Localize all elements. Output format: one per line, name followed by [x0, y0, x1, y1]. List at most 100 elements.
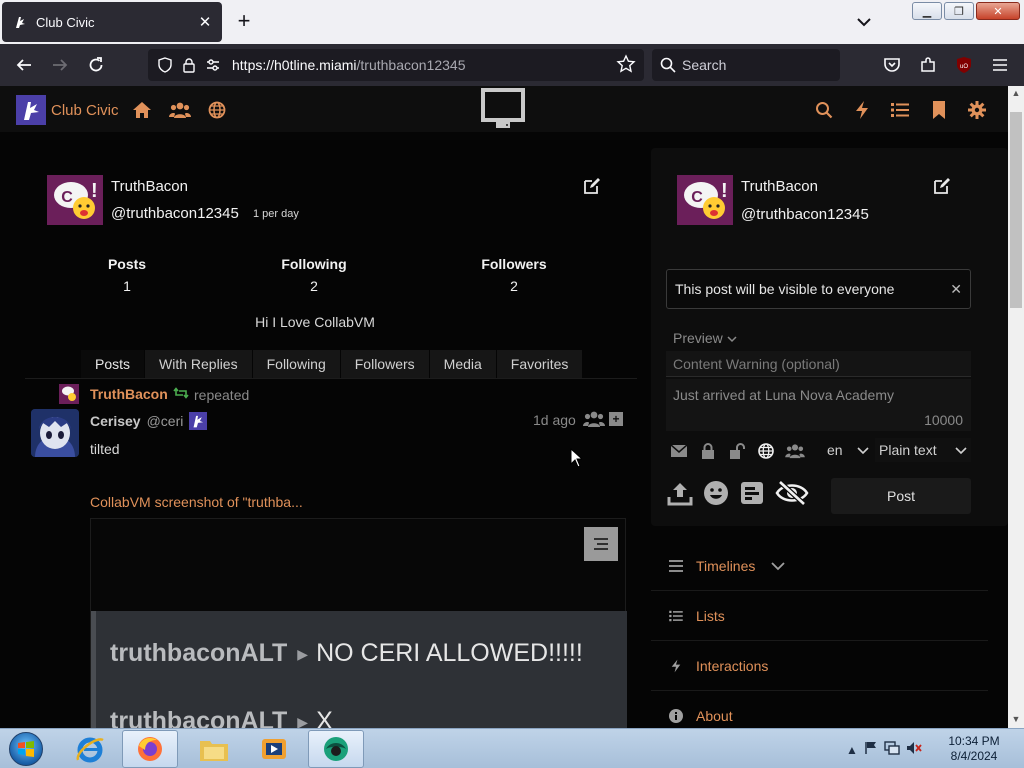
eye-slash-icon[interactable] — [775, 480, 809, 506]
preview-label: Preview — [673, 330, 723, 346]
local-timeline-users-icon[interactable] — [169, 99, 191, 121]
scroll-down-icon[interactable]: ▼ — [1011, 714, 1021, 724]
extensions-icon[interactable] — [916, 53, 940, 77]
window-controls: ▁ ❐ ✕ — [912, 2, 1020, 20]
chevron-down-icon — [857, 438, 869, 469]
repeat-icon — [173, 386, 189, 403]
forward-icon[interactable] — [48, 53, 72, 77]
brand-link[interactable]: Club Civic — [16, 95, 119, 125]
format-select[interactable]: Plain text — [875, 438, 971, 462]
search-input[interactable]: Search — [652, 49, 840, 81]
language-select[interactable]: en — [823, 438, 873, 462]
brand-name: Club Civic — [51, 101, 119, 119]
lock-icon[interactable] — [178, 54, 200, 76]
sidebar-item-about[interactable]: About — [651, 691, 988, 728]
poll-icon[interactable] — [739, 480, 765, 506]
globe-icon[interactable] — [206, 99, 228, 121]
envelope-icon[interactable] — [669, 441, 689, 461]
list-all-tabs-icon[interactable] — [852, 12, 876, 32]
tracking-shield-icon[interactable] — [154, 54, 176, 76]
sidebar-item-timelines[interactable]: Timelines — [651, 541, 988, 591]
firefox-taskbar-icon[interactable] — [122, 730, 178, 768]
bolt-icon[interactable] — [851, 99, 873, 121]
stat-posts[interactable]: Posts 1 — [87, 256, 167, 294]
url-bar[interactable]: https://h0tline.miami/truthbacon12345 — [148, 49, 644, 81]
content-warning-field[interactable] — [666, 351, 971, 377]
taskbar-clock[interactable]: 10:34 PM 8/4/2024 — [946, 734, 1002, 764]
stat-following[interactable]: Following 2 — [269, 256, 359, 294]
volume-muted-icon[interactable] — [906, 741, 922, 758]
tab-posts[interactable]: Posts — [81, 350, 146, 378]
ublock-icon[interactable]: uO — [952, 53, 976, 77]
page-scrollbar[interactable]: ▲ ▼ — [1008, 86, 1024, 728]
browser-tab[interactable]: Club Civic ✕ — [2, 2, 222, 42]
scrollbar-thumb[interactable] — [1010, 112, 1022, 308]
edit-profile-icon[interactable] — [933, 177, 951, 195]
reload-icon[interactable] — [84, 53, 108, 77]
lock-icon[interactable] — [698, 441, 718, 461]
visibility-options — [669, 441, 805, 461]
post-author-avatar[interactable] — [31, 409, 79, 457]
menu-lines-icon — [661, 559, 691, 572]
home-icon[interactable] — [131, 99, 153, 121]
vm-viewer-taskbar-icon[interactable] — [308, 730, 364, 768]
tab-favorites[interactable]: Favorites — [497, 350, 584, 378]
minimize-button[interactable]: ▁ — [912, 2, 942, 20]
upload-icon[interactable] — [667, 480, 693, 506]
post-author-name: Cerisey — [90, 413, 141, 429]
media-player-taskbar-icon[interactable] — [246, 730, 302, 768]
bookmark-star-icon[interactable] — [616, 54, 636, 79]
users-icon[interactable] — [785, 441, 805, 461]
tab-with-replies[interactable]: With Replies — [145, 350, 253, 378]
emoji-icon[interactable] — [703, 480, 729, 506]
content-warning-input[interactable] — [666, 351, 971, 376]
card-toggle-icon[interactable] — [584, 527, 618, 561]
window-close-button[interactable]: ✕ — [976, 2, 1020, 20]
back-icon[interactable] — [12, 53, 36, 77]
gear-icon[interactable] — [966, 99, 988, 121]
sidebar-item-interactions[interactable]: Interactions — [651, 641, 988, 691]
compose-avatar[interactable]: C! — [677, 175, 733, 225]
file-explorer-taskbar-icon[interactable] — [186, 730, 242, 768]
post-timestamp[interactable]: 1d ago — [533, 412, 576, 428]
tab-media[interactable]: Media — [430, 350, 497, 378]
post-button[interactable]: Post — [831, 478, 971, 514]
pocket-icon[interactable] — [880, 53, 904, 77]
reposter-name[interactable]: TruthBacon — [90, 386, 168, 402]
tab-following[interactable]: Following — [253, 350, 341, 378]
mouse-cursor-icon — [570, 448, 582, 468]
sidebar-item-lists[interactable]: Lists — [651, 591, 988, 641]
post-body-field[interactable]: Just arrived at Luna Nova Academy 10000 — [666, 379, 971, 431]
stat-value: 1 — [123, 278, 131, 294]
bookmark-icon[interactable] — [928, 99, 950, 121]
stat-followers[interactable]: Followers 2 — [469, 256, 559, 294]
globe-icon[interactable] — [756, 441, 776, 461]
internet-explorer-taskbar-icon[interactable] — [62, 730, 118, 768]
post-link[interactable]: CollabVM screenshot of "truthba... — [90, 494, 303, 510]
profile-post-rate: 1 per day — [253, 208, 299, 220]
expand-post-icon[interactable]: + — [609, 412, 623, 426]
preview-toggle[interactable]: Preview — [673, 330, 737, 346]
unlock-icon[interactable] — [727, 441, 747, 461]
link-preview-card[interactable]: truthbaconALT ▶ NO CERI ALLOWED!!!!! truth… — [90, 518, 627, 728]
tab-followers[interactable]: Followers — [341, 350, 430, 378]
restore-button[interactable]: ❐ — [944, 2, 974, 20]
search-icon[interactable] — [813, 99, 835, 121]
post-author[interactable]: Cerisey @ceri — [90, 412, 208, 430]
scroll-up-icon[interactable]: ▲ — [1011, 88, 1021, 98]
edit-profile-icon[interactable] — [583, 177, 601, 195]
dismiss-notice-icon[interactable]: ✕ — [950, 270, 962, 308]
profile-avatar[interactable]: C! — [47, 175, 103, 225]
network-icon[interactable] — [884, 741, 900, 758]
compose-panel: C! TruthBacon @truthbacon12345 This post… — [651, 148, 1008, 526]
list-icon — [661, 610, 691, 622]
start-button[interactable] — [6, 730, 46, 768]
menu-icon[interactable] — [988, 53, 1012, 77]
reposter-avatar[interactable] — [59, 384, 79, 404]
permissions-icon[interactable] — [202, 54, 224, 76]
show-hidden-icons-icon[interactable]: ▲ — [846, 743, 858, 757]
new-tab-button[interactable]: + — [232, 10, 256, 34]
action-center-flag-icon[interactable] — [864, 741, 878, 758]
list-icon[interactable] — [889, 99, 911, 121]
tab-close-icon[interactable]: ✕ — [196, 13, 214, 31]
